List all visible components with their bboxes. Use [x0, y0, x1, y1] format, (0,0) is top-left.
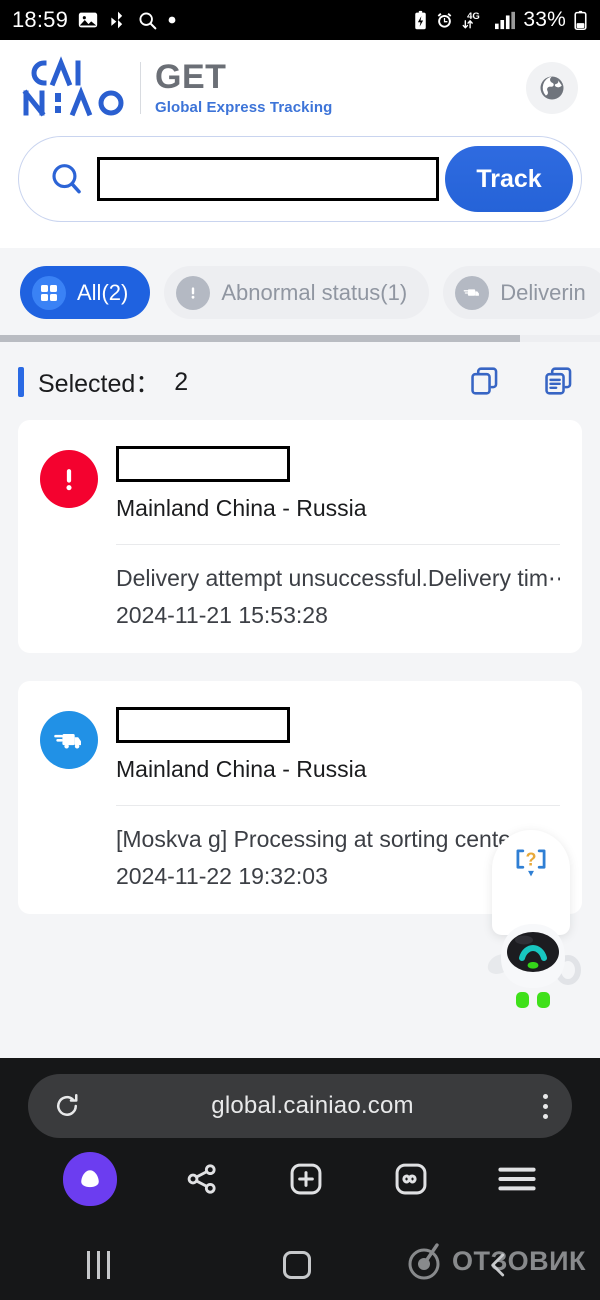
language-button[interactable]	[526, 62, 578, 114]
phone-screen: 18:59 4G 33% GET Global Express Tracking…	[0, 0, 600, 1300]
otzovik-watermark: ОТЗОВИК	[404, 1240, 586, 1282]
menu-icon[interactable]	[497, 1164, 537, 1194]
shipment-status-truck-icon	[40, 711, 98, 769]
tab-all-label: All(2)	[77, 279, 129, 305]
tab-abnormal-label: Abnormal status(1)	[221, 279, 408, 305]
browser-url-text[interactable]: global.cainiao.com	[82, 1092, 543, 1120]
tabs-scrollbar-thumb[interactable]	[0, 335, 520, 342]
status-bar-right: 4G 33%	[413, 8, 588, 32]
search-section: Track	[0, 136, 600, 248]
tabs-scrollbar[interactable]	[0, 335, 600, 342]
dot-icon	[167, 15, 177, 25]
share-icon[interactable]	[184, 1161, 220, 1197]
product-subtitle: Global Express Tracking	[155, 98, 333, 116]
web-page-viewport: GET Global Express Tracking Track All(2)…	[0, 40, 600, 1058]
home-icon[interactable]	[282, 1251, 311, 1279]
tabs-infinity-icon[interactable]	[392, 1160, 430, 1198]
android-status-bar: 18:59 4G 33%	[0, 0, 600, 40]
tracking-number-input[interactable]	[97, 157, 439, 201]
recents-icon[interactable]	[86, 1251, 110, 1279]
shipment-status-alert-icon	[40, 450, 98, 508]
browser-toolbar	[0, 1138, 600, 1220]
site-header: GET Global Express Tracking	[0, 40, 600, 136]
cainiao-wordmark-icon	[22, 56, 124, 117]
truck-icon	[455, 275, 490, 310]
battery-saver-icon	[413, 10, 428, 31]
tab-delivering[interactable]: Deliverin	[443, 266, 600, 319]
browser-chrome: global.cainiao.com	[0, 1058, 600, 1230]
svg-text:?: ?	[526, 850, 537, 870]
selection-accent-bar	[18, 367, 24, 397]
alice-assistant-icon[interactable]	[63, 1152, 118, 1206]
browser-url-bar[interactable]: global.cainiao.com	[28, 1074, 572, 1138]
battery-percent-label: 33%	[523, 8, 566, 31]
more-vertical-icon[interactable]	[543, 1093, 548, 1119]
alert-icon	[176, 275, 211, 310]
shipment-timestamp: 2024-11-21 15:53:28	[116, 602, 328, 628]
selection-count: 2	[174, 367, 189, 396]
copy-details-icon[interactable]	[542, 365, 576, 399]
globe-icon	[540, 76, 564, 100]
support-chat-widget[interactable]: ?	[474, 830, 592, 1010]
status-bar-left: 18:59	[12, 7, 177, 33]
grid-icon	[32, 275, 66, 310]
svg-text:4G: 4G	[467, 11, 480, 22]
otzovik-logo-icon	[408, 1243, 440, 1280]
tracking-number-redacted	[116, 446, 290, 482]
filter-tabs-section: All(2) Abnormal status(1) Deliverin	[0, 248, 600, 342]
filter-tabs-scroller[interactable]: All(2) Abnormal status(1) Deliverin	[0, 266, 600, 319]
product-title: GET	[155, 58, 227, 97]
product-name-block: GET Global Express Tracking	[155, 58, 333, 116]
gallery-icon	[77, 9, 99, 31]
shipment-card[interactable]: Mainland China - Russia Delivery attempt…	[18, 420, 582, 653]
tab-delivering-label: Deliverin	[500, 279, 586, 305]
new-tab-icon[interactable]	[287, 1160, 325, 1198]
selection-label: Selected：	[38, 370, 161, 398]
card-divider	[116, 805, 560, 806]
copy-icon[interactable]	[468, 365, 502, 399]
search-bar[interactable]: Track	[18, 136, 582, 222]
shipment-status-text: Delivery attempt unsuccessful.Delivery t…	[116, 565, 560, 591]
selection-bar: Selected： 2	[0, 342, 600, 420]
shipment-route: Mainland China - Russia	[116, 495, 367, 521]
cainiao-logo[interactable]: GET Global Express Tracking	[20, 56, 332, 120]
selection-actions	[468, 365, 576, 399]
network-4g-icon: 4G	[461, 9, 487, 31]
bluetooth-audio-icon	[108, 9, 128, 31]
question-chat-icon: ?	[516, 849, 546, 877]
shipment-route: Mainland China - Russia	[116, 756, 367, 782]
track-button[interactable]: Track	[445, 146, 573, 212]
battery-icon	[573, 10, 588, 31]
search-icon	[41, 160, 93, 198]
selection-label-group: Selected： 2	[18, 364, 188, 400]
card-divider	[116, 544, 560, 545]
shipment-details: Mainland China - Russia Delivery attempt…	[116, 446, 560, 629]
status-bar-clock: 18:59	[12, 7, 69, 32]
tab-abnormal-status[interactable]: Abnormal status(1)	[164, 266, 430, 319]
logo-divider	[140, 62, 141, 114]
signal-bars-icon	[494, 10, 516, 30]
tracking-number-redacted	[116, 707, 290, 743]
reload-icon[interactable]	[52, 1091, 82, 1121]
otzovik-watermark-text: ОТЗОВИК	[452, 1245, 586, 1276]
alarm-icon	[435, 11, 454, 30]
tab-all[interactable]: All(2)	[20, 266, 151, 319]
search-icon	[137, 10, 158, 31]
cainiao-robot-mascot[interactable]	[480, 908, 586, 1010]
